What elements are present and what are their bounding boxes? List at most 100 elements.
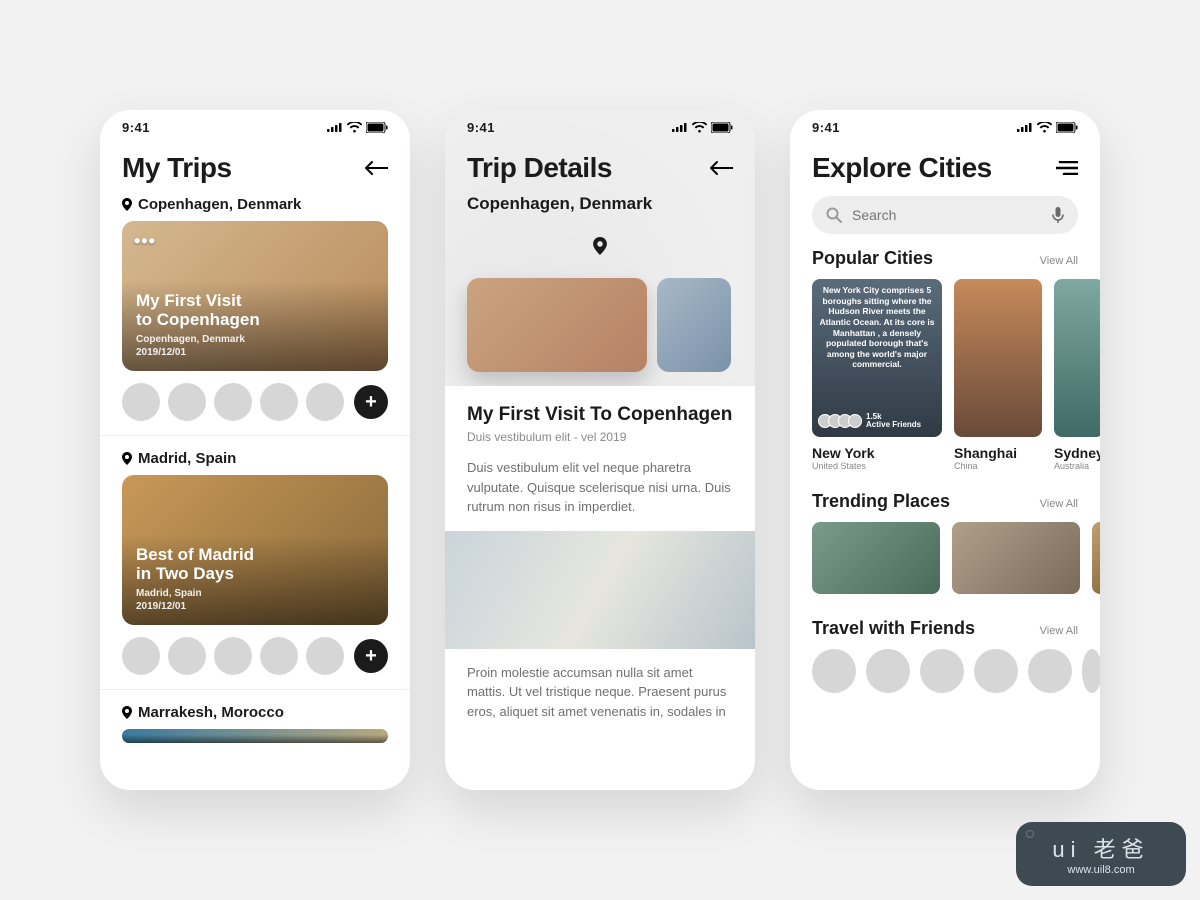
pin-icon (122, 198, 132, 211)
trending-image[interactable] (812, 522, 940, 594)
avatar-row: + (122, 637, 388, 675)
mic-icon[interactable] (1052, 207, 1064, 223)
menu-icon[interactable] (1056, 161, 1078, 175)
trip-location: Marrakesh, Morocco (122, 704, 388, 721)
header: Trip Details (445, 144, 755, 196)
city-card[interactable]: Sydney Australia (1054, 279, 1100, 471)
trips-list[interactable]: Copenhagen, Denmark ••• My First Visit t… (100, 196, 410, 790)
signal-icon (327, 122, 343, 132)
detail-photo[interactable] (467, 278, 647, 372)
status-indicators (1017, 122, 1078, 133)
mini-avatars (818, 414, 862, 428)
trip-card[interactable]: ••• Best of Madrid in Two Days Madrid, S… (122, 475, 388, 625)
detail-location: Copenhagen, Denmark (445, 194, 755, 214)
avatar[interactable] (974, 649, 1018, 693)
divider (100, 689, 410, 690)
view-all-link[interactable]: View All (1040, 255, 1078, 267)
detail-photos (445, 278, 755, 372)
avatar[interactable] (812, 649, 856, 693)
article-title: My First Visit To Copenhagen (467, 404, 733, 426)
avatar[interactable] (1028, 649, 1072, 693)
view-all-link[interactable]: View All (1040, 498, 1078, 510)
city-country: United States (812, 461, 942, 471)
avatar[interactable] (306, 637, 344, 675)
card-text: Best of Madrid in Two Days Madrid, Spain… (136, 545, 254, 613)
city-friends-badge: 1.5kActive Friends (818, 413, 936, 429)
detail-article[interactable]: My First Visit To Copenhagen Duis vestib… (445, 386, 755, 790)
map[interactable] (445, 214, 755, 278)
city-name: New York (812, 445, 942, 461)
back-arrow-icon[interactable] (709, 160, 733, 176)
trip-location: Copenhagen, Denmark (122, 196, 388, 213)
avatar[interactable] (122, 383, 160, 421)
search-icon (826, 207, 842, 223)
status-bar: 9:41 (100, 110, 410, 144)
page-title: Explore Cities (812, 152, 992, 184)
trip-location: Madrid, Spain (122, 450, 388, 467)
trip-card[interactable] (122, 729, 388, 743)
search-bar[interactable] (812, 196, 1078, 234)
article-paragraph: Proin molestie accumsan nulla sit amet m… (467, 663, 733, 722)
add-button[interactable]: + (354, 385, 388, 419)
popular-cities-row[interactable]: New York City comprises 5 boroughs sitti… (790, 279, 1100, 471)
avatar[interactable] (214, 383, 252, 421)
trending-row[interactable] (790, 522, 1100, 594)
status-bar: 9:41 (445, 110, 755, 144)
avatar[interactable] (1082, 649, 1100, 693)
status-indicators (327, 122, 388, 133)
avatar[interactable] (260, 637, 298, 675)
avatar[interactable] (168, 383, 206, 421)
add-button[interactable]: + (354, 639, 388, 673)
city-card[interactable]: Shanghai China (954, 279, 1042, 471)
avatar[interactable] (306, 383, 344, 421)
section-header: Trending Places View All (790, 491, 1100, 512)
battery-icon (366, 122, 388, 133)
city-image (1054, 279, 1100, 437)
battery-icon (1056, 122, 1078, 133)
detail-photo[interactable] (657, 278, 731, 372)
header: My Trips (100, 144, 410, 196)
screen-explore: 9:41 Explore Cities Popular Cities View … (790, 110, 1100, 790)
watermark: ui 老爸 www.uil8.com (1016, 822, 1186, 886)
card-menu-icon[interactable]: ••• (134, 231, 156, 252)
avatar[interactable] (866, 649, 910, 693)
section-header: Travel with Friends View All (790, 618, 1100, 639)
trending-image[interactable] (952, 522, 1080, 594)
avatar[interactable] (260, 383, 298, 421)
screen-my-trips: 9:41 My Trips Copenhagen, Denmark ••• My… (100, 110, 410, 790)
wifi-icon (692, 122, 707, 133)
trending-image[interactable] (1092, 522, 1100, 594)
status-indicators (672, 122, 733, 133)
city-name: Sydney (1054, 445, 1100, 461)
status-time: 9:41 (467, 120, 495, 135)
article-meta: Duis vestibulum elit - vel 2019 (467, 430, 733, 444)
view-all-link[interactable]: View All (1040, 625, 1078, 637)
section-title: Trending Places (812, 491, 950, 512)
article-image[interactable] (445, 531, 755, 649)
trip-card[interactable]: ••• My First Visit to Copenhagen Copenha… (122, 221, 388, 371)
page-title: My Trips (122, 152, 232, 184)
divider (100, 435, 410, 436)
avatar[interactable] (920, 649, 964, 693)
pin-icon (593, 237, 607, 255)
page-title: Trip Details (467, 152, 612, 184)
signal-icon (672, 122, 688, 132)
section-header: Popular Cities View All (790, 248, 1100, 269)
card-text: My First Visit to Copenhagen Copenhagen,… (136, 291, 260, 359)
back-arrow-icon[interactable] (364, 160, 388, 176)
screen-trip-details: 9:41 Trip Details Copenhagen, Denmark My… (445, 110, 755, 790)
city-name: Shanghai (954, 445, 1042, 461)
article-paragraph: Duis vestibulum elit vel neque pharetra … (467, 458, 733, 517)
search-input[interactable] (852, 207, 1042, 223)
friends-row[interactable] (790, 649, 1100, 693)
status-bar: 9:41 (790, 110, 1100, 144)
avatar[interactable] (168, 637, 206, 675)
pin-icon (122, 706, 132, 719)
city-country: Australia (1054, 461, 1100, 471)
avatar[interactable] (214, 637, 252, 675)
city-card[interactable]: New York City comprises 5 boroughs sitti… (812, 279, 942, 471)
city-image: New York City comprises 5 boroughs sitti… (812, 279, 942, 437)
avatar[interactable] (122, 637, 160, 675)
avatar-row: + (122, 383, 388, 421)
status-time: 9:41 (122, 120, 150, 135)
